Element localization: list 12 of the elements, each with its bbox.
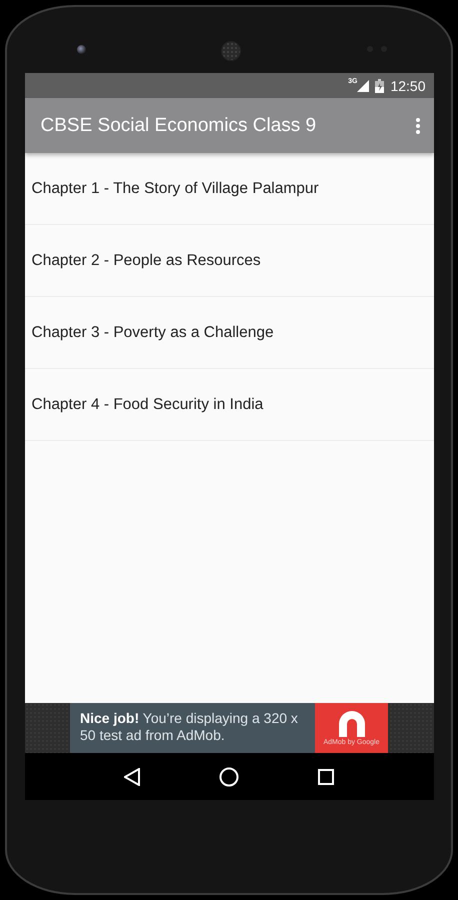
ad-text[interactable]: Nice job! You’re displaying a 320 x 50 test ad from AdMob. bbox=[70, 703, 315, 753]
admob-logo-icon bbox=[336, 710, 366, 736]
speaker-icon bbox=[221, 41, 241, 61]
clock-time: 12:50 bbox=[390, 78, 426, 94]
more-options-icon[interactable] bbox=[416, 118, 420, 134]
signal-icon bbox=[357, 80, 370, 92]
camera-icon bbox=[77, 45, 86, 54]
home-icon[interactable] bbox=[219, 766, 239, 786]
app-title: CBSE Social Economics Class 9 bbox=[40, 114, 318, 136]
recents-icon[interactable] bbox=[318, 768, 334, 784]
back-icon[interactable] bbox=[124, 768, 140, 786]
battery-icon bbox=[375, 78, 384, 92]
